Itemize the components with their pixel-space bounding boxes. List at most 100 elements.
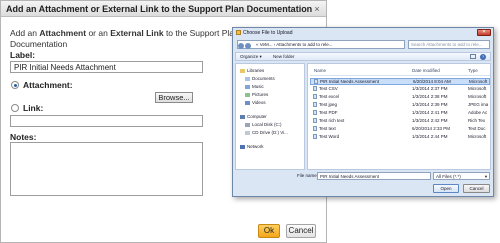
tree-item-pictures[interactable]: Pictures (245, 92, 268, 97)
filetype-value: All Files (*.*) (436, 174, 461, 179)
folder-icon (236, 30, 241, 35)
close-icon[interactable]: ✕ (477, 29, 491, 36)
tree-item-local-disk[interactable]: Local Disk (C:) (245, 122, 282, 127)
chevron-down-icon: ▼ (484, 174, 488, 179)
file-name: Test CSV (313, 86, 338, 92)
cd-drive-icon (245, 130, 250, 135)
new-folder-button[interactable]: New folder (273, 54, 295, 59)
column-header-name[interactable]: Name (314, 68, 326, 73)
tree-item-network[interactable]: Network (240, 144, 264, 149)
tree-item-label: Documents (252, 76, 275, 81)
file-name-text: Test PDF (319, 110, 338, 115)
file-row[interactable]: Test Word 1/3/2014 2:44 PM Microsoft (310, 134, 490, 141)
file-date: 1/3/2014 2:37 PM (412, 86, 448, 91)
file-row[interactable]: PIR Initial Needs Assessment 6/20/2014 8:… (310, 78, 490, 85)
close-icon[interactable]: × (312, 4, 322, 14)
file-type: Microsoft (468, 86, 487, 91)
file-cancel-button[interactable]: Cancel (463, 184, 490, 193)
filetype-select[interactable]: All Files (*.*) ▼ (433, 172, 490, 180)
tree-item-label: Network (247, 144, 264, 149)
browse-button[interactable]: Browse... (155, 92, 193, 103)
file-toolbar: Organize ▾ New folder ? (235, 52, 491, 61)
file-icon (314, 79, 318, 85)
tree-item-music[interactable]: Music (245, 84, 264, 89)
link-radio[interactable] (11, 104, 19, 112)
file-row[interactable]: Test text 6/20/2014 2:33 PM Text Doc (310, 126, 490, 133)
desc-prefix: Add an (10, 28, 40, 38)
ok-button[interactable]: Ok (258, 224, 280, 238)
file-date: 6/20/2014 2:33 PM (412, 126, 451, 131)
tree-item-label: Pictures (252, 92, 269, 97)
tree-item-libraries[interactable]: Libraries (240, 68, 264, 73)
tree-item-label: Videos (252, 100, 266, 105)
notes-textarea[interactable] (10, 142, 203, 196)
file-row[interactable]: Test excel 1/3/2014 2:38 PM Microsoft (310, 94, 490, 101)
forward-icon[interactable] (245, 43, 251, 49)
back-icon[interactable] (238, 43, 244, 49)
file-icon (313, 86, 317, 92)
desc-attachment: Attachment (39, 28, 87, 38)
file-date: 6/20/2014 8:04 AM (413, 79, 451, 84)
column-header-date[interactable]: Date modified (412, 68, 440, 73)
search-input[interactable]: Search Attachments to add to rele... (408, 40, 490, 49)
file-name-text: PIR Initial Needs Assessment (320, 79, 380, 84)
file-date: 1/3/2014 2:39 PM (412, 102, 448, 107)
file-dialog-title: Choose File to Upload (243, 30, 293, 36)
nav-buttons[interactable] (238, 41, 252, 49)
file-row[interactable]: Test PDF 1/3/2014 2:41 PM Adobe Ac (310, 110, 490, 117)
file-type: Microsoft (468, 94, 487, 99)
file-icon (313, 126, 317, 132)
label-input[interactable]: PIR Initial Needs Attachment (10, 61, 203, 73)
tree-item-label: Libraries (247, 68, 265, 73)
file-row[interactable]: Test CSV 1/3/2014 2:37 PM Microsoft (310, 86, 490, 93)
tree-item-videos[interactable]: Videos (245, 100, 266, 105)
cancel-button[interactable]: Cancel (286, 224, 316, 238)
notes-label: Notes: (10, 132, 37, 142)
file-name-text: Test excel (319, 94, 340, 99)
computer-icon (240, 114, 245, 119)
view-icon[interactable] (470, 54, 476, 59)
file-icon (313, 94, 317, 100)
music-icon (245, 84, 250, 89)
file-icon (313, 118, 317, 124)
file-chooser-dialog: Choose File to Upload ✕ « VeM... › Attac… (232, 27, 494, 197)
file-name-text: Test jpeg (319, 102, 338, 107)
tree-item-label: Music (252, 84, 264, 89)
pictures-icon (245, 92, 250, 97)
file-row[interactable]: Test rich text 1/3/2014 2:42 PM Rich Tex (310, 118, 490, 125)
address-text: « VeM... › Attachments to add to rele... (256, 42, 333, 47)
file-row[interactable]: Test jpeg 1/3/2014 2:39 PM JPEG ima (310, 102, 490, 109)
library-icon (240, 68, 245, 73)
tree-item-label: Local Disk (C:) (252, 122, 282, 127)
attachment-radio[interactable] (11, 81, 19, 89)
link-input[interactable] (10, 115, 203, 127)
filename-input[interactable]: PIR Initial Needs Assessment (317, 172, 431, 180)
header-divider (310, 75, 490, 76)
file-name: PIR Initial Needs Assessment (314, 79, 380, 85)
file-dialog-titlebar: Choose File to Upload (233, 28, 493, 38)
address-bar[interactable]: « VeM... › Attachments to add to rele... (237, 40, 405, 49)
file-type: Text Doc (468, 126, 486, 131)
file-type: JPEG ima (468, 102, 489, 107)
file-icon (313, 134, 317, 140)
network-icon (240, 144, 245, 149)
dialog-title: Add an Attachment or External Link to th… (1, 1, 326, 17)
file-icon (313, 102, 317, 108)
tree-item-cd-drive[interactable]: CD Drive (D:) Vi... (245, 130, 288, 135)
file-name: Test PDF (313, 110, 338, 116)
tree-item-label: CD Drive (D:) Vi... (252, 130, 288, 135)
file-type: Microsoft (468, 134, 487, 139)
file-type: Rich Tex (468, 118, 486, 123)
column-header-type[interactable]: Type (468, 68, 478, 73)
file-name-text: Test CSV (319, 86, 338, 91)
tree-item-documents[interactable]: Documents (245, 76, 275, 81)
organize-button[interactable]: Organize ▾ (240, 54, 262, 59)
tree-item-label: Computer (247, 114, 267, 119)
help-icon[interactable]: ? (480, 54, 486, 60)
tree-item-computer[interactable]: Computer (240, 114, 267, 119)
file-icon (313, 110, 317, 116)
navigation-pane: Libraries Documents Music Pictures Video… (235, 63, 305, 170)
file-name-text: Test text (319, 126, 336, 131)
open-button[interactable]: Open (433, 184, 459, 193)
file-date: 1/3/2014 2:41 PM (412, 110, 448, 115)
